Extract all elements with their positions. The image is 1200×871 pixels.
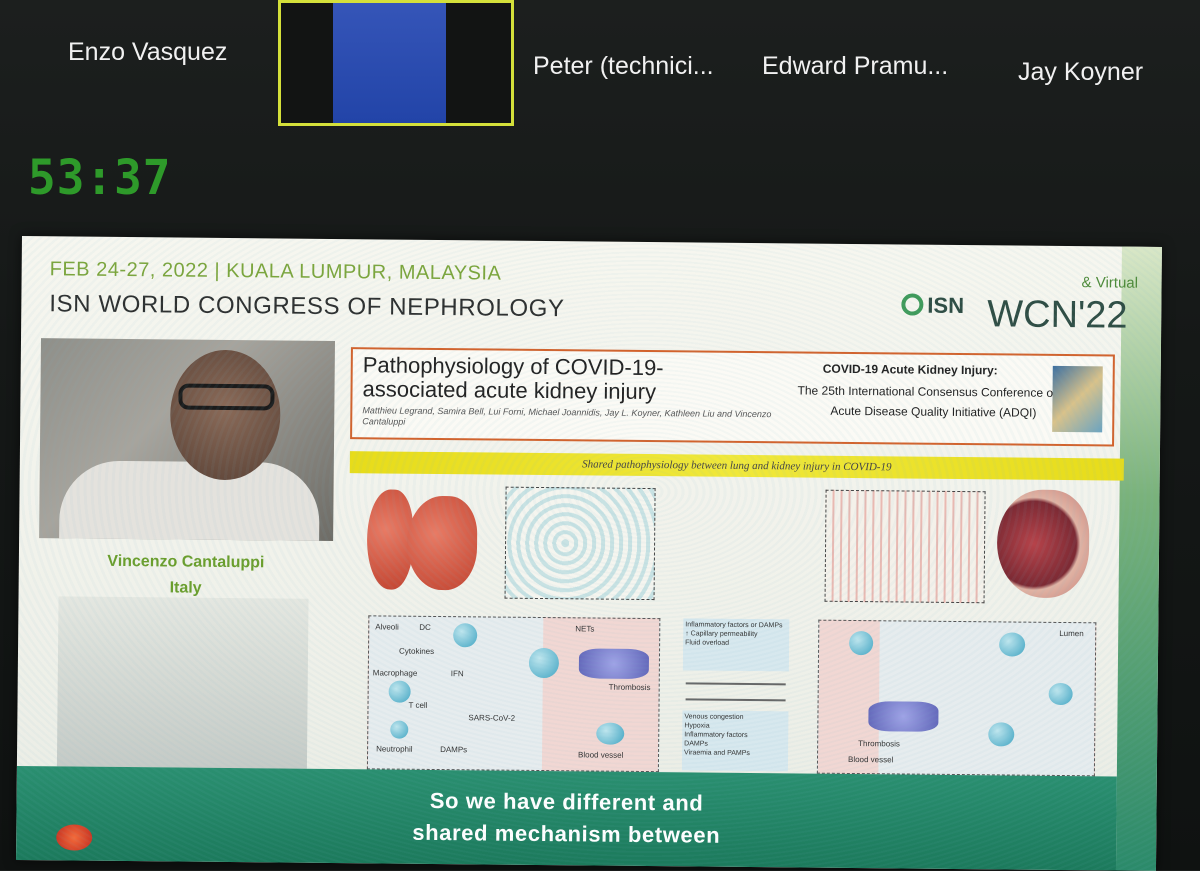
conference-line-1: The 25th International Consensus Confere… bbox=[797, 383, 1077, 401]
participant-name-3: Edward Pramu... bbox=[762, 52, 949, 80]
speaker-head bbox=[169, 349, 281, 481]
wcn-logo: WCN'22 bbox=[987, 293, 1128, 337]
tubular-cell-icon bbox=[999, 632, 1026, 657]
congress-title: ISN WORLD CONGRESS OF NEPHROLOGY bbox=[49, 290, 565, 323]
dendritic-cell-icon bbox=[453, 623, 478, 648]
diagram-banner: Shared pathophysiology between lung and … bbox=[349, 451, 1124, 481]
city-skyline-image bbox=[56, 596, 309, 769]
label-neutrophil: Neutrophil bbox=[376, 744, 413, 754]
label-tcell: T cell bbox=[408, 700, 428, 710]
label-sars: SARS-CoV-2 bbox=[468, 713, 516, 723]
speaker-name: Vincenzo Cantaluppi bbox=[107, 552, 265, 572]
label-blood-vessel-left: Blood vessel bbox=[578, 750, 624, 760]
slide-decor-band bbox=[1115, 246, 1162, 871]
label-thrombosis-left: Thrombosis bbox=[608, 682, 651, 693]
speaker-shirt bbox=[58, 460, 320, 542]
lung-injury-panel: Alveoli DC Cytokines Macrophage IFN T ce… bbox=[366, 615, 661, 773]
label-dc: DC bbox=[419, 622, 431, 632]
label-cytokines: Cytokines bbox=[398, 646, 435, 656]
mediator-item: Viraemia and PAMPs bbox=[684, 749, 750, 758]
speaker-glasses bbox=[178, 383, 275, 411]
conference-title: COVID-19 Acute Kidney Injury: bbox=[822, 361, 998, 378]
label-damps: DAMPs bbox=[440, 745, 468, 755]
arrow-left-icon bbox=[685, 698, 786, 702]
immune-cell-icon bbox=[528, 647, 560, 679]
conference-line-2: Acute Disease Quality Initiative (ADQI) bbox=[830, 403, 1037, 420]
thrombus-icon bbox=[868, 701, 939, 732]
label-ifn: IFN bbox=[450, 669, 464, 679]
thrombus-icon bbox=[578, 648, 650, 680]
virtual-label: & Virtual bbox=[1081, 274, 1139, 292]
label-thrombosis-right: Thrombosis bbox=[858, 739, 901, 749]
participant-name-1: Enzo Vasquez bbox=[68, 38, 228, 66]
participant-name-2: Peter (technici... bbox=[533, 52, 714, 80]
label-nets: NETs bbox=[575, 624, 595, 634]
mediators-kidney-to-lung: Venous congestion Hypoxia Inflammatory f… bbox=[681, 710, 789, 772]
mediator-item: Fluid overload bbox=[685, 639, 730, 647]
label-alveoli: Alveoli bbox=[375, 622, 399, 632]
journal-cover-thumbnail bbox=[1052, 365, 1103, 433]
label-lumen: Lumen bbox=[1059, 628, 1084, 639]
label-macrophage: Macrophage bbox=[372, 668, 418, 678]
shared-slide: FEB 24-27, 2022 | KUALA LUMPUR, MALAYSIA… bbox=[16, 236, 1162, 871]
paper-header-card: Pathophysiology of COVID-19-associated a… bbox=[350, 347, 1115, 447]
macrophage-icon bbox=[388, 680, 411, 703]
paper-title: Pathophysiology of COVID-19-associated a… bbox=[362, 352, 664, 405]
session-timer: 53:37 bbox=[28, 148, 172, 206]
participant-name-4: Jay Koyner bbox=[1018, 58, 1144, 86]
active-speaker-tile[interactable] bbox=[278, 0, 514, 126]
paper-authors: Matthieu Legrand, Samira Bell, Lui Forni… bbox=[362, 405, 772, 427]
endothelial-cell-icon bbox=[596, 722, 625, 745]
participant-video bbox=[333, 3, 446, 123]
nephron-illustration bbox=[824, 489, 986, 604]
isn-logo-text: ISN bbox=[927, 292, 965, 319]
speaker-country: Italy bbox=[169, 579, 202, 597]
tubular-cell-icon bbox=[1048, 682, 1073, 706]
right-lung-illustration bbox=[406, 495, 478, 591]
kidney-illustration bbox=[996, 489, 1090, 599]
event-date: FEB 24-27, 2022 | KUALA LUMPUR, MALAYSIA bbox=[49, 258, 502, 285]
endothelial-cell-icon bbox=[988, 722, 1015, 747]
speaker-video bbox=[39, 338, 336, 542]
alveoli-illustration bbox=[504, 486, 656, 601]
label-blood-vessel-right: Blood vessel bbox=[847, 754, 894, 765]
immune-cell-icon bbox=[849, 630, 874, 656]
neutrophil-icon bbox=[390, 720, 409, 739]
isn-logo: ISN bbox=[901, 292, 964, 319]
isn-logo-icon bbox=[901, 293, 924, 316]
arrow-right-icon bbox=[685, 682, 786, 686]
kidney-injury-panel: Lumen Thrombosis Blood vessel bbox=[816, 619, 1097, 777]
mediators-lung-to-kidney: Inflammatory factors or DAMPs ↑ Capillar… bbox=[682, 618, 790, 672]
